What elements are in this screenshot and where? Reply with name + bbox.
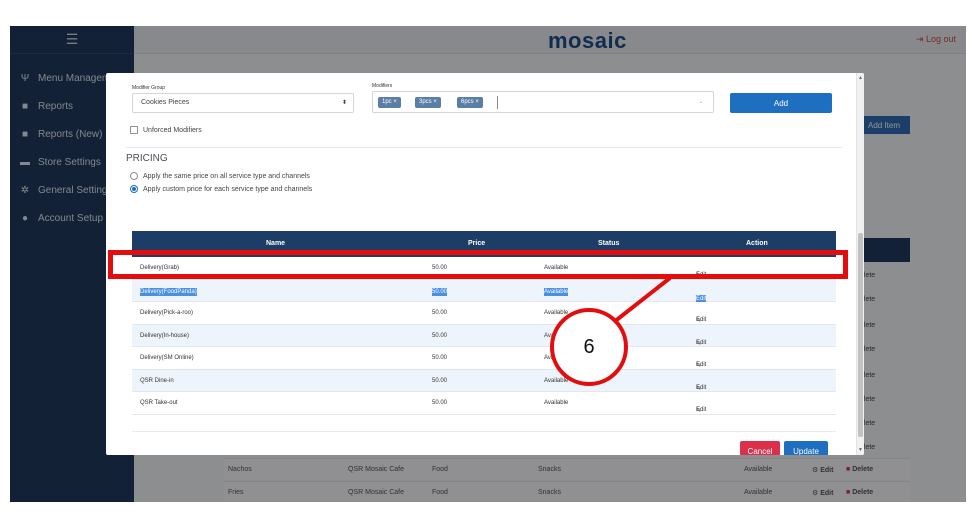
header-price: Price — [468, 240, 486, 247]
header-action: Action — [746, 240, 768, 247]
radio-button-checked[interactable] — [130, 185, 138, 193]
edit-label: Edit — [696, 339, 707, 346]
add-button[interactable]: Add — [730, 93, 832, 113]
edit-label: Edit — [696, 317, 707, 323]
row-status: Available — [544, 377, 569, 384]
text-caret — [497, 96, 498, 109]
row-price: 50.00 — [432, 355, 448, 361]
modifiers-label: Modifiers — [372, 83, 393, 89]
edit-label: Edit — [696, 384, 707, 391]
step-callout: 6 — [550, 308, 628, 386]
modifier-group-select[interactable]: Cookies Pieces ⬍ — [132, 93, 354, 113]
select-arrow-icon: ⬍ — [341, 100, 347, 106]
scroll-up-icon[interactable]: ▲ — [858, 75, 863, 81]
row-status: Available — [544, 287, 569, 296]
scroll-down-icon[interactable]: ▼ — [858, 447, 863, 453]
modifier-group-label: Modifier Group — [132, 85, 166, 91]
chevron-down-icon[interactable]: ⌄ — [699, 99, 703, 105]
row-price: 50.00 — [432, 287, 448, 296]
edit-label: Edit — [696, 407, 707, 413]
modifier-chip[interactable]: 1pc × — [378, 97, 401, 108]
unforced-modifiers-option[interactable]: Unforced Modifiers — [130, 126, 202, 134]
row-name: Delivery(SM Online) — [140, 355, 194, 361]
modifiers-multiselect[interactable]: 1pc × 3pcs × 6pcs × ⌄ — [372, 91, 714, 113]
table-row: QSR Take-out 50.00 Available ✎ Edit — [132, 392, 836, 415]
table-row: Delivery(SM Online)50.00Available✎ Edit — [132, 347, 836, 370]
row-status: Available — [544, 400, 569, 406]
chip-remove-icon[interactable]: × — [393, 99, 397, 105]
modifier-chip[interactable]: 3pcs × — [415, 97, 441, 108]
modal-scrollbar[interactable]: ▲ ▼ — [856, 73, 864, 455]
row-name: Delivery(Pick-a-roo) — [140, 310, 194, 316]
pricing-table-body: Delivery(Grab) 50.00 Available ✎ Edit Delive… — [132, 257, 836, 415]
edit-label: Edit — [696, 362, 707, 368]
row-price: 50.00 — [432, 377, 448, 384]
row-name: QSR Dine-in — [140, 377, 174, 384]
radio-same-price[interactable]: Apply the same price on all service type… — [130, 172, 310, 180]
table-row: Delivery(FoodPanda)50.00Available✎ Edit — [132, 279, 836, 303]
scrollbar-thumb[interactable] — [858, 233, 863, 437]
row-name: Delivery(In-house) — [140, 332, 190, 339]
table-row: QSR Dine-in 50.00 Available ✎ Edit — [132, 369, 836, 392]
row-name: QSR Take-out — [140, 400, 178, 406]
unforced-checkbox[interactable] — [130, 126, 138, 134]
app-window: ☰ Ψ Menu Management ■ Reports ■ Reports (New)… — [10, 26, 966, 502]
step-number: 6 — [583, 335, 595, 358]
row-price: 50.00 — [432, 332, 448, 339]
header-status: Status — [598, 240, 620, 247]
pricing-title: PRICING — [126, 153, 168, 164]
radio-custom-price[interactable]: Apply custom price for each service type… — [130, 185, 312, 193]
table-row: Delivery(In-house)50.00Available✎ Edit — [132, 324, 836, 347]
unforced-label: Unforced Modifiers — [143, 126, 202, 134]
radio-custom-label: Apply custom price for each service type… — [143, 185, 313, 193]
modifier-group-value: Cookies Pieces — [141, 99, 190, 106]
divider — [126, 147, 842, 148]
chip-remove-icon[interactable]: × — [433, 99, 437, 105]
row-name: Delivery(FoodPanda) — [140, 287, 197, 296]
modifier-chip[interactable]: 6pcs × — [457, 97, 483, 108]
highlight-box — [108, 250, 848, 279]
row-price: 50.00 — [432, 400, 448, 406]
header-name: Name — [266, 240, 286, 247]
update-button[interactable]: Update — [784, 441, 828, 455]
row-price: 50.00 — [432, 310, 448, 316]
chip-remove-icon[interactable]: × — [475, 99, 479, 105]
radio-button[interactable] — [130, 172, 138, 180]
radio-same-label: Apply the same price on all service type… — [143, 172, 310, 180]
divider — [132, 431, 836, 432]
table-row: Delivery(Pick-a-roo) 50.00 Available ✎ Edit — [132, 302, 836, 325]
cancel-button[interactable]: Cancel — [740, 441, 780, 455]
